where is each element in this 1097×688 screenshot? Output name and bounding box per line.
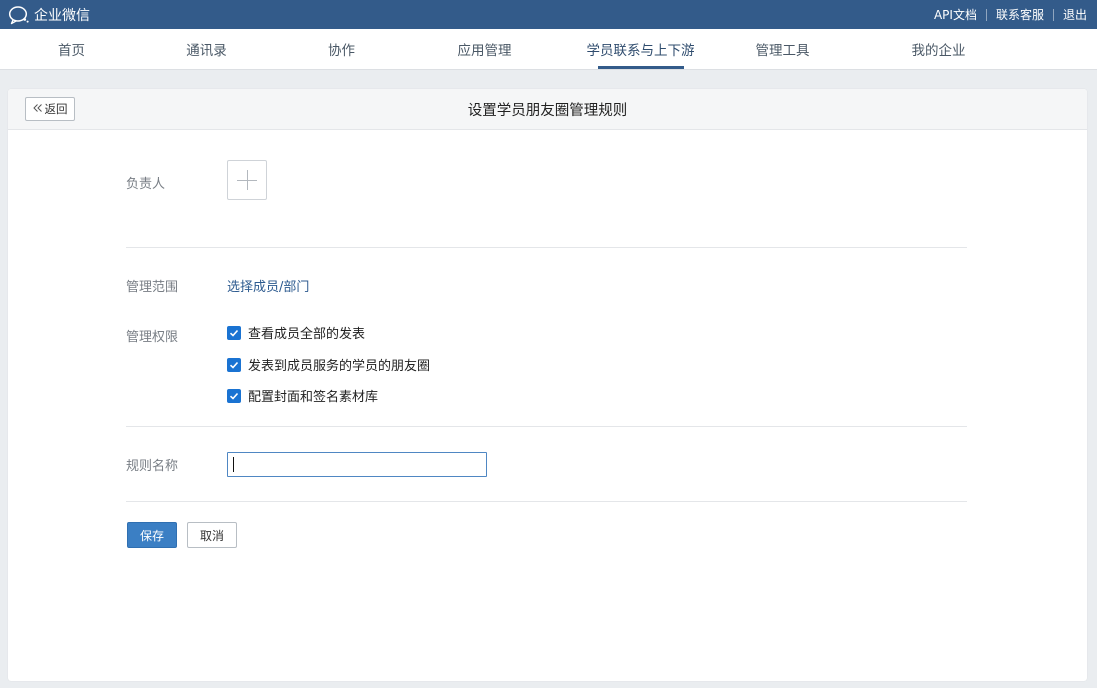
brand-name: 企业微信 bbox=[34, 7, 90, 24]
divider bbox=[126, 426, 967, 427]
nav-contacts[interactable]: 通讯录 bbox=[143, 29, 270, 69]
rule-name-input[interactable] bbox=[227, 452, 487, 477]
divider bbox=[985, 8, 987, 21]
cancel-button[interactable]: 取消 bbox=[187, 522, 237, 548]
save-button[interactable]: 保存 bbox=[127, 522, 177, 548]
scope-label: 管理范围 bbox=[126, 280, 179, 295]
permission-view-posts[interactable]: 查看成员全部的发表 bbox=[227, 323, 365, 342]
rule-name-label: 规则名称 bbox=[126, 459, 179, 474]
main-nav: 首页 通讯录 协作 应用管理 学员联系与上下游 管理工具 我的企业 bbox=[0, 29, 1097, 70]
back-button[interactable]: 返回 bbox=[25, 97, 75, 121]
top-links: API文档 联系客服 退出 bbox=[934, 6, 1087, 23]
checkbox-checked-icon[interactable] bbox=[227, 357, 241, 372]
nav-student-contacts[interactable]: 学员联系与上下游 bbox=[556, 29, 725, 69]
checkbox-checked-icon[interactable] bbox=[227, 388, 241, 403]
divider bbox=[1052, 8, 1054, 21]
permission-post-to-moments[interactable]: 发表到成员服务的学员的朋友圈 bbox=[227, 355, 430, 374]
card-header: 返回 设置学员朋友圈管理规则 bbox=[8, 89, 1087, 130]
permission-label: 管理权限 bbox=[126, 330, 179, 345]
contact-support-link[interactable]: 联系客服 bbox=[996, 6, 1044, 23]
logout-link[interactable]: 退出 bbox=[1063, 6, 1087, 23]
permission-config-library[interactable]: 配置封面和签名素材库 bbox=[227, 386, 378, 405]
add-owner-button[interactable] bbox=[227, 160, 267, 200]
wecom-logo-icon bbox=[8, 5, 30, 25]
page-title: 设置学员朋友圈管理规则 bbox=[467, 102, 628, 119]
nav-home[interactable]: 首页 bbox=[0, 29, 143, 69]
top-bar: 企业微信 API文档 联系客服 退出 bbox=[0, 0, 1097, 29]
owner-label: 负责人 bbox=[126, 177, 166, 192]
brand[interactable]: 企业微信 bbox=[8, 5, 90, 25]
divider bbox=[126, 501, 967, 502]
double-chevron-left-icon bbox=[32, 102, 43, 116]
nav-my-enterprise[interactable]: 我的企业 bbox=[840, 29, 1037, 69]
nav-collaboration[interactable]: 协作 bbox=[270, 29, 413, 69]
divider bbox=[126, 247, 967, 248]
permission-label-text: 配置封面和签名素材库 bbox=[248, 390, 379, 405]
permission-label-text: 发表到成员服务的学员的朋友圈 bbox=[248, 359, 431, 374]
api-docs-link[interactable]: API文档 bbox=[934, 6, 977, 23]
rule-settings-card: 返回 设置学员朋友圈管理规则 负责人 管理范围 选择成员/部门 管理权限 查看成… bbox=[8, 89, 1087, 681]
select-members-link[interactable]: 选择成员/部门 bbox=[227, 276, 309, 295]
checkbox-checked-icon[interactable] bbox=[227, 325, 241, 340]
back-label: 返回 bbox=[44, 102, 68, 116]
nav-management-tools[interactable]: 管理工具 bbox=[725, 29, 840, 69]
permission-label-text: 查看成员全部的发表 bbox=[248, 327, 366, 342]
text-caret bbox=[233, 457, 234, 472]
nav-app-management[interactable]: 应用管理 bbox=[413, 29, 556, 69]
